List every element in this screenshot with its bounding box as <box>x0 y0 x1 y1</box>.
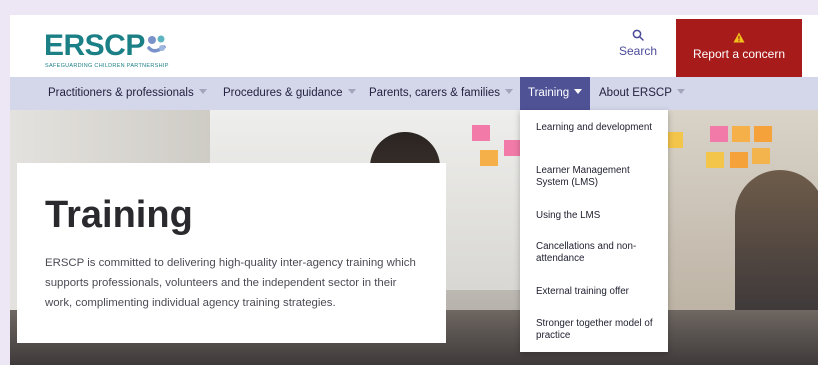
warning-icon <box>676 32 802 43</box>
nav-item-training[interactable]: Training <box>520 77 591 110</box>
caret-down-icon <box>347 89 356 95</box>
search-button[interactable]: Search <box>616 29 660 69</box>
caret-down-icon <box>505 89 514 95</box>
site-logo[interactable]: ERSCP SAFEGUARDING CHILDREN PARTNERSHIP <box>44 29 168 70</box>
logo-wordmark: ERSCP <box>44 29 145 62</box>
nav-item-parents[interactable]: Parents, carers & families <box>369 77 514 110</box>
caret-down-icon <box>574 89 583 95</box>
nav-item-practitioners[interactable]: Practitioners & professionals <box>48 77 207 110</box>
page: ERSCP SAFEGUARDING CHILDREN PARTNERSHIP … <box>10 15 818 365</box>
nav-item-label: Procedures & guidance <box>223 87 343 99</box>
hero-card: Training ERSCP is committed to deliverin… <box>17 163 446 343</box>
training-dropdown-menu: Learning and development Learner Managem… <box>520 110 668 352</box>
main-nav: Practitioners & professionals Procedures… <box>10 77 818 110</box>
search-label: Search <box>618 44 658 58</box>
caret-down-icon <box>676 89 685 95</box>
logo-tagline: SAFEGUARDING CHILDREN PARTNERSHIP <box>45 63 169 69</box>
menu-item-stronger-together[interactable]: Stronger together model of practice <box>536 318 656 342</box>
nav-item-label: Parents, carers & families <box>369 87 501 99</box>
nav-item-label: Practitioners & professionals <box>48 87 194 99</box>
report-concern-label: Report a concern <box>692 47 786 61</box>
page-title: Training <box>45 194 193 236</box>
nav-item-label: Training <box>528 87 570 99</box>
menu-item-external-training[interactable]: External training offer <box>536 286 656 298</box>
menu-item-lms[interactable]: Learner Management System (LMS) <box>536 165 656 189</box>
nav-item-procedures[interactable]: Procedures & guidance <box>223 77 356 110</box>
caret-down-icon <box>198 89 207 95</box>
site-header: ERSCP SAFEGUARDING CHILDREN PARTNERSHIP … <box>10 15 818 79</box>
menu-item-using-lms[interactable]: Using the LMS <box>536 210 656 222</box>
nav-item-about[interactable]: About ERSCP <box>599 77 685 110</box>
report-concern-button[interactable]: Report a concern <box>676 19 802 77</box>
hero-description: ERSCP is committed to delivering high-qu… <box>45 257 416 309</box>
menu-item-cancellations[interactable]: Cancellations and non-attendance <box>536 241 656 265</box>
logo-mark-icon <box>146 34 168 61</box>
nav-item-label: About ERSCP <box>599 87 672 99</box>
search-icon <box>616 29 660 41</box>
menu-item-learning-development[interactable]: Learning and development <box>536 122 656 134</box>
